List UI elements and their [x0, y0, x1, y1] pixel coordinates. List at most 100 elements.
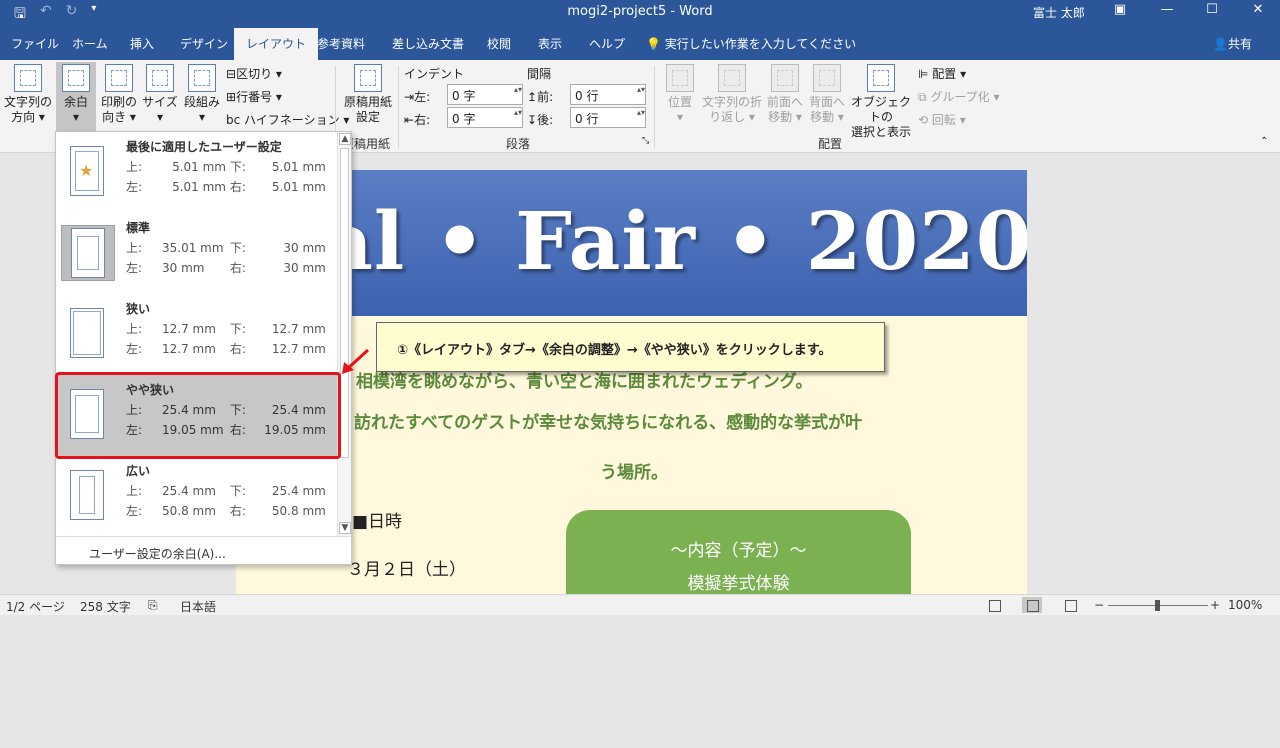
- wrap-text-button[interactable]: 文字列の折 り返し ▾: [701, 64, 763, 125]
- spacing-before-input[interactable]: 0 行: [570, 84, 646, 105]
- restore-icon[interactable]: ☐: [1202, 2, 1222, 17]
- align-button[interactable]: ⊫ 配置 ▾: [918, 65, 966, 82]
- bring-forward-button[interactable]: 前面へ 移動 ▾: [765, 64, 805, 125]
- tab-view[interactable]: 表示: [538, 35, 562, 52]
- tab-help[interactable]: ヘルプ: [589, 35, 625, 52]
- margin-option-normal[interactable]: 標準 上: 35.01 mm 下: 30 mm 左: 30 mm 右: 30 mm: [56, 213, 337, 294]
- body-line-3: う場所。: [600, 463, 668, 483]
- scroll-down-icon[interactable]: ▼: [339, 522, 351, 534]
- size-button[interactable]: サイズ ▾: [142, 64, 178, 125]
- page-count[interactable]: 1/2 ページ: [6, 598, 65, 615]
- proofing-icon[interactable]: ⎘: [148, 598, 158, 613]
- margins-button[interactable]: 余白 ▾: [56, 62, 96, 132]
- print-layout-icon[interactable]: [1022, 597, 1042, 613]
- columns-button[interactable]: 段組み ▾: [182, 64, 222, 125]
- align-icon: ⊫: [918, 67, 929, 81]
- tab-review[interactable]: 校閲: [487, 35, 511, 52]
- zoom-out-icon[interactable]: −: [1094, 598, 1104, 612]
- share-button[interactable]: 👤共有: [1213, 35, 1252, 52]
- zoom-slider-thumb[interactable]: [1155, 600, 1160, 611]
- send-backward-label-2: 移動 ▾: [810, 110, 844, 124]
- selection-pane-label-1: オブジェクトの: [850, 95, 911, 124]
- margin-preview-icon: ★: [61, 144, 115, 200]
- collapse-ribbon-icon[interactable]: ⌃: [1260, 136, 1268, 147]
- margin-option-last-custom[interactable]: ★ 最後に適用したユーザー設定 上: 5.01 mm 下: 5.01 mm 左: 5.…: [56, 132, 337, 213]
- read-mode-icon[interactable]: [984, 597, 1004, 613]
- tab-layout[interactable]: レイアウト: [234, 28, 319, 60]
- hyphenation-button[interactable]: bc ハイフネーション ▾: [226, 111, 349, 128]
- minimize-icon[interactable]: —: [1157, 2, 1177, 17]
- position-icon: [666, 64, 694, 92]
- spacing-before-label: ↥前:: [527, 90, 554, 104]
- align-label: 配置: [932, 67, 957, 81]
- selection-pane-button[interactable]: オブジェクトの 選択と表示: [849, 64, 913, 140]
- group-objects-label: グループ化: [930, 90, 990, 104]
- scroll-up-icon[interactable]: ▲: [339, 133, 351, 145]
- margin-option-name: 最後に適用したユーザー設定: [126, 140, 282, 154]
- margins-icon: [62, 64, 90, 92]
- tab-mailings[interactable]: 差し込み文書: [392, 35, 464, 52]
- breaks-label: 区切り: [236, 67, 273, 81]
- line-numbers-button[interactable]: ⊞行番号 ▾: [226, 88, 282, 105]
- zoom-level[interactable]: 100%: [1228, 598, 1262, 612]
- indent-left-input[interactable]: 0 字: [447, 84, 523, 105]
- chevron-down-icon: ▾: [198, 110, 206, 124]
- indent-right-icon: ⇤: [404, 113, 415, 127]
- content-box-item: 模擬挙式体験: [687, 574, 790, 594]
- indent-right-input[interactable]: 0 字: [447, 107, 523, 128]
- chevron-down-icon: ▾: [156, 110, 164, 124]
- breaks-icon: ⊟: [226, 67, 237, 81]
- group-objects-button[interactable]: ⧉ グループ化 ▾: [918, 88, 1000, 105]
- paragraph-dialog-launcher-icon[interactable]: ⤡: [642, 136, 649, 146]
- document-page[interactable]: Bridal • Fair • 2020 相模湾を眺めながら、青い空と海に囲まれ…: [236, 170, 1027, 610]
- orientation-label-2: 向き ▾: [102, 110, 136, 124]
- vertical-scrollbar[interactable]: [1262, 308, 1280, 748]
- group-separator: [398, 66, 399, 148]
- text-direction-button[interactable]: 文字列の 方向 ▾: [4, 64, 52, 125]
- size-icon: [146, 64, 174, 92]
- margin-option-wide[interactable]: 広い 上: 25.4 mm 下: 25.4 mm 左: 50.8 mm 右: 50.8 …: [56, 456, 337, 536]
- scroll-thumb[interactable]: [340, 148, 349, 458]
- manuscript-settings-button[interactable]: 原稿用紙 設定: [340, 64, 396, 125]
- pointer-arrow-icon: [342, 348, 370, 374]
- tell-me-box[interactable]: 💡 実行したい作業を入力してください: [646, 35, 856, 52]
- group-label-arrange: 配置: [818, 137, 843, 151]
- breaks-button[interactable]: ⊟区切り ▾: [226, 65, 282, 82]
- close-icon[interactable]: ✕: [1248, 2, 1268, 17]
- group-separator: [654, 66, 655, 148]
- chevron-down-icon: ▾: [72, 110, 80, 124]
- margin-option-row-left: 左: 12.7 mm 右: 12.7 mm: [126, 342, 326, 356]
- rotate-button[interactable]: ⟲ 回転 ▾: [918, 111, 966, 128]
- spacing-after-input[interactable]: 0 行: [570, 107, 646, 128]
- position-button[interactable]: 位置 ▾: [660, 64, 700, 125]
- selection-pane-icon: [867, 64, 895, 92]
- group-objects-icon: ⧉: [918, 90, 927, 104]
- tab-references[interactable]: 参考資料: [317, 35, 365, 52]
- word-count[interactable]: 258 文字: [80, 598, 131, 615]
- margin-option-row-left: 左: 5.01 mm 右: 5.01 mm: [126, 180, 326, 194]
- tab-insert[interactable]: 挿入: [130, 35, 154, 52]
- send-backward-button[interactable]: 背面へ 移動 ▾: [807, 64, 847, 125]
- tab-design[interactable]: デザイン: [180, 35, 228, 52]
- wrap-text-icon: [718, 64, 746, 92]
- tab-file[interactable]: ファイル: [11, 35, 59, 52]
- tab-home[interactable]: ホーム: [72, 35, 108, 52]
- margin-preview-icon: [61, 468, 115, 524]
- zoom-slider[interactable]: [1108, 600, 1208, 611]
- group-label-paragraph: 段落: [506, 137, 531, 151]
- custom-margins-item[interactable]: ユーザー設定の余白(A)...: [56, 536, 351, 564]
- zoom-in-icon[interactable]: +: [1210, 598, 1220, 612]
- ribbon-display-icon[interactable]: ▣: [1110, 2, 1130, 17]
- position-label: 位置: [667, 95, 692, 109]
- user-name[interactable]: 富士 太郎: [1033, 4, 1085, 21]
- rotate-label: 回転: [931, 113, 956, 127]
- language-indicator[interactable]: 日本語: [180, 598, 216, 615]
- hyphenation-label: ハイフネーション: [244, 113, 340, 127]
- banner: Bridal • Fair • 2020: [236, 170, 1027, 316]
- margins-list-scrollbar[interactable]: ▲ ▼: [337, 132, 351, 536]
- margin-option-narrow[interactable]: 狭い 上: 12.7 mm 下: 12.7 mm 左: 12.7 mm 右: 12.7 …: [56, 294, 337, 375]
- orientation-button[interactable]: 印刷の 向き ▾: [98, 64, 140, 125]
- wrap-text-label-2: り返し ▾: [709, 110, 755, 124]
- indent-right-label: ⇤右:: [404, 113, 431, 127]
- web-layout-icon[interactable]: [1060, 597, 1080, 613]
